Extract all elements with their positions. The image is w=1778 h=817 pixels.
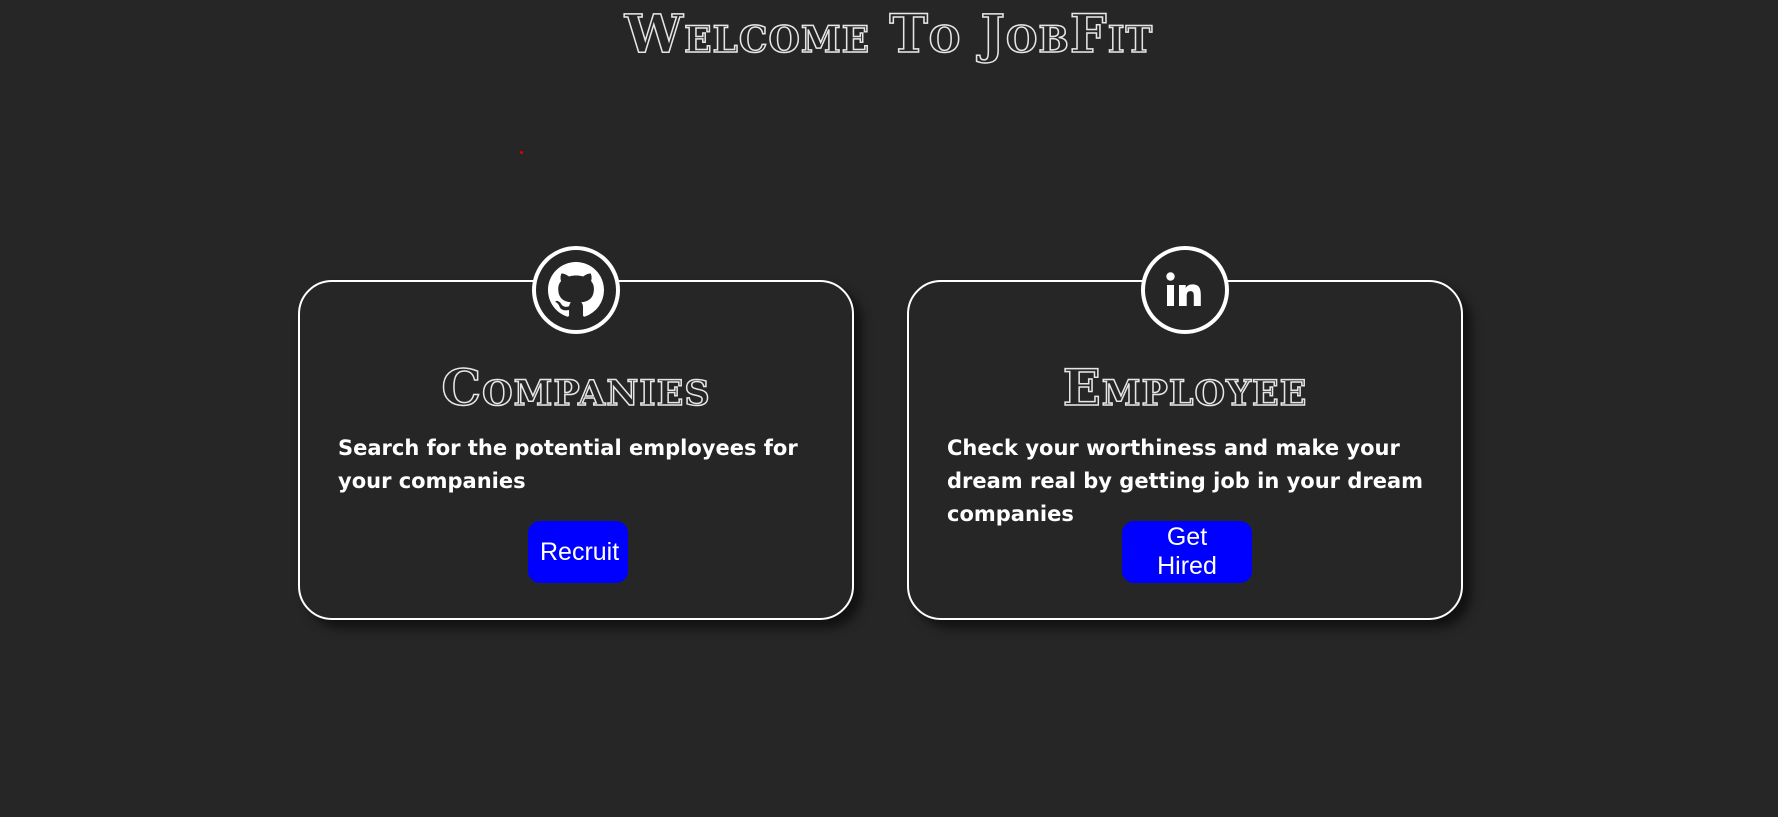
linkedin-icon[interactable]	[1141, 246, 1229, 334]
companies-title: Companies	[441, 357, 711, 418]
companies-description: Search for the potential employees for y…	[338, 436, 798, 493]
companies-card: Companies Search for the potential emplo…	[298, 246, 854, 620]
page-title: Welcome To JobFit	[624, 3, 1154, 66]
red-dot	[520, 151, 523, 154]
get-hired-button[interactable]: Get Hired	[1122, 521, 1252, 583]
recruit-button[interactable]: Recruit	[528, 521, 628, 583]
github-icon[interactable]	[532, 246, 620, 334]
employee-card: Employee Check your worthiness and make …	[907, 246, 1463, 620]
employee-description: Check your worthiness and make your drea…	[947, 436, 1423, 526]
employee-title: Employee	[1062, 357, 1308, 418]
page: Welcome To JobFit Companies Search for t…	[0, 0, 1778, 817]
